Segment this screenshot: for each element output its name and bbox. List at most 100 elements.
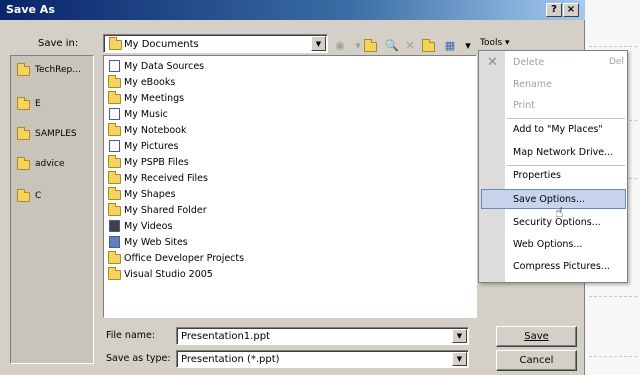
folder-icon bbox=[17, 189, 30, 202]
save-button[interactable]: Save bbox=[496, 326, 577, 347]
videos-folder-icon bbox=[109, 220, 120, 232]
mouse-cursor-icon: ☝ bbox=[555, 205, 564, 221]
list-item[interactable]: My PSPB Files bbox=[108, 155, 468, 171]
place-label: E bbox=[35, 99, 41, 109]
file-name-field[interactable]: Presentation1.ppt ▼ bbox=[176, 327, 469, 345]
tools-menu: ✕ Delete Del Rename Print Add to "My Pla… bbox=[478, 50, 628, 283]
file-name: My Videos bbox=[124, 221, 173, 232]
file-name: My eBooks bbox=[124, 77, 176, 88]
place-item[interactable]: E bbox=[15, 96, 93, 114]
folder-icon bbox=[108, 91, 121, 104]
save-in-dropdown[interactable]: My Documents ▼ bbox=[103, 34, 328, 53]
web-sites-folder-icon bbox=[109, 236, 120, 248]
list-item[interactable]: Office Developer Projects bbox=[108, 251, 468, 267]
delete-icon[interactable]: ✕ bbox=[402, 38, 418, 53]
list-item[interactable]: My Meetings bbox=[108, 91, 468, 107]
help-button[interactable]: ? bbox=[546, 3, 562, 17]
file-name-value: Presentation1.ppt bbox=[181, 331, 270, 342]
music-folder-icon bbox=[109, 108, 120, 120]
place-item[interactable]: SAMPLES bbox=[15, 126, 93, 144]
menu-item-properties[interactable]: Properties bbox=[513, 170, 561, 181]
folder-icon bbox=[108, 267, 121, 280]
file-name: My Music bbox=[124, 109, 168, 120]
menu-item-save-options[interactable]: Save Options... bbox=[513, 194, 585, 205]
file-name: Visual Studio 2005 bbox=[124, 269, 213, 280]
pictures-folder-icon bbox=[109, 140, 120, 152]
title-bar: Save As ? × bbox=[0, 0, 585, 20]
menu-item-rename[interactable]: Rename bbox=[513, 79, 552, 90]
file-name: My Web Sites bbox=[124, 237, 188, 248]
menu-item-delete[interactable]: Delete bbox=[513, 57, 544, 68]
place-item[interactable]: C bbox=[15, 188, 93, 206]
menu-separator bbox=[507, 165, 625, 166]
folder-icon bbox=[17, 97, 30, 110]
menu-item-print[interactable]: Print bbox=[513, 100, 535, 111]
menu-item-map-network-drive[interactable]: Map Network Drive... bbox=[513, 147, 613, 158]
list-item[interactable]: My eBooks bbox=[108, 75, 468, 91]
delete-shortcut: Del bbox=[609, 57, 624, 67]
folder-icon bbox=[108, 203, 121, 216]
place-label: TechRep... bbox=[35, 65, 81, 75]
list-item[interactable]: My Pictures bbox=[108, 139, 468, 155]
file-name: My PSPB Files bbox=[124, 157, 189, 168]
save-as-type-dropdown[interactable]: Presentation (*.ppt) ▼ bbox=[176, 350, 469, 368]
close-button[interactable]: × bbox=[563, 3, 579, 17]
back-icon[interactable]: ◉ bbox=[332, 38, 348, 53]
file-name: My Received Files bbox=[124, 173, 208, 184]
my-documents-icon bbox=[109, 37, 122, 50]
list-item[interactable]: Visual Studio 2005 bbox=[108, 267, 468, 283]
place-item[interactable]: advice bbox=[15, 156, 93, 174]
list-item[interactable]: My Web Sites bbox=[108, 235, 468, 251]
file-name-label: File name: bbox=[106, 330, 156, 341]
folder-icon bbox=[108, 123, 121, 136]
delete-icon: ✕ bbox=[487, 55, 498, 70]
search-web-icon[interactable]: 🔍 bbox=[384, 38, 400, 53]
folder-icon bbox=[108, 75, 121, 88]
menu-icon-strip bbox=[479, 51, 505, 282]
file-name: My Data Sources bbox=[124, 61, 205, 72]
folder-icon bbox=[17, 127, 30, 140]
views-icon[interactable]: ▦ bbox=[442, 38, 458, 53]
tools-menu-button[interactable]: Tools ▾ bbox=[480, 38, 510, 48]
place-item[interactable]: TechRep... bbox=[15, 62, 93, 80]
chevron-down-icon[interactable]: ▼ bbox=[452, 352, 467, 366]
folder-icon bbox=[108, 155, 121, 168]
special-folder-icon bbox=[109, 60, 120, 72]
folder-icon bbox=[108, 171, 121, 184]
cancel-button[interactable]: Cancel bbox=[496, 350, 577, 371]
list-item[interactable]: My Shared Folder bbox=[108, 203, 468, 219]
place-label: C bbox=[35, 191, 42, 201]
menu-separator bbox=[507, 118, 625, 119]
folder-icon bbox=[108, 187, 121, 200]
file-name: Office Developer Projects bbox=[124, 253, 245, 264]
list-item[interactable]: My Music bbox=[108, 107, 468, 123]
menu-item-add-to-my-places[interactable]: Add to "My Places" bbox=[513, 124, 603, 135]
save-in-label: Save in: bbox=[38, 38, 79, 49]
list-item[interactable]: My Videos bbox=[108, 219, 468, 235]
list-item[interactable]: My Received Files bbox=[108, 171, 468, 187]
save-as-type-value: Presentation (*.ppt) bbox=[181, 354, 280, 365]
list-item[interactable]: My Shapes bbox=[108, 187, 468, 203]
menu-item-web-options[interactable]: Web Options... bbox=[513, 239, 582, 250]
place-label: SAMPLES bbox=[35, 129, 77, 139]
places-bar: TechRep... E SAMPLES advice C bbox=[10, 55, 94, 364]
list-item[interactable]: My Data Sources bbox=[108, 59, 468, 75]
save-as-type-label: Save as type: bbox=[106, 353, 171, 364]
up-folder-icon[interactable] bbox=[362, 38, 378, 53]
place-label: advice bbox=[35, 159, 65, 169]
views-dropdown-icon[interactable]: ▾ bbox=[460, 38, 476, 53]
file-name: My Meetings bbox=[124, 93, 185, 104]
file-name: My Notebook bbox=[124, 125, 187, 136]
chevron-down-icon[interactable]: ▼ bbox=[311, 36, 326, 51]
file-list: My Data Sources My eBooks My Meetings My… bbox=[103, 55, 477, 318]
file-name: My Shared Folder bbox=[124, 205, 207, 216]
folder-icon bbox=[108, 251, 121, 264]
save-in-value: My Documents bbox=[124, 39, 199, 50]
chevron-down-icon[interactable]: ▼ bbox=[452, 329, 467, 343]
new-folder-icon[interactable] bbox=[420, 38, 436, 53]
file-name: My Pictures bbox=[124, 141, 179, 152]
file-name: My Shapes bbox=[124, 189, 176, 200]
list-item[interactable]: My Notebook bbox=[108, 123, 468, 139]
menu-item-compress-pictures[interactable]: Compress Pictures... bbox=[513, 261, 610, 272]
folder-icon bbox=[17, 63, 30, 76]
